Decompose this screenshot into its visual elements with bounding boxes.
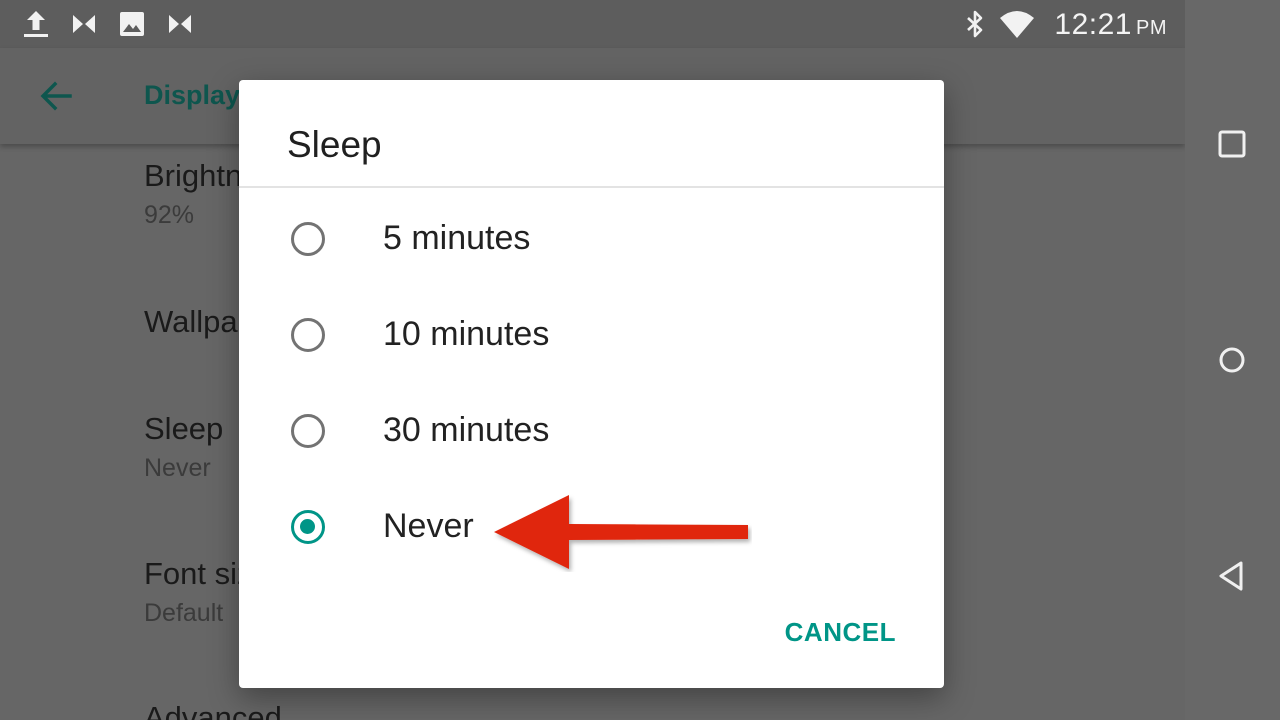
option-label: 5 minutes bbox=[383, 219, 531, 257]
option-label: 30 minutes bbox=[383, 411, 550, 449]
image-icon bbox=[120, 12, 144, 36]
radio-dot bbox=[300, 519, 315, 534]
navigation-bar bbox=[1185, 0, 1280, 720]
dialog-title: Sleep bbox=[287, 124, 382, 165]
bow-tie-icon bbox=[73, 15, 95, 33]
setting-title: Sleep bbox=[144, 411, 224, 446]
sleep-dialog: Sleep 5 minutes 10 minutes 30 minutes Ne… bbox=[239, 80, 944, 688]
clock-ampm: PM bbox=[1136, 17, 1167, 39]
option-label: Never bbox=[383, 507, 474, 545]
back-triangle-icon[interactable] bbox=[1216, 560, 1248, 592]
option-label: 10 minutes bbox=[383, 315, 550, 353]
dialog-divider bbox=[239, 186, 944, 188]
cancel-button[interactable]: CANCEL bbox=[785, 617, 896, 648]
red-arrow-annotation bbox=[494, 495, 748, 569]
radio-button-unchecked[interactable] bbox=[291, 222, 325, 256]
setting-sleep[interactable]: Sleep Never bbox=[144, 411, 223, 483]
setting-summary: Never bbox=[144, 454, 211, 482]
status-clock: 12:21 PM bbox=[1054, 8, 1167, 42]
option-5-minutes[interactable]: 5 minutes bbox=[239, 194, 944, 290]
arrow-back-icon[interactable] bbox=[36, 76, 76, 116]
option-30-minutes[interactable]: 30 minutes bbox=[239, 386, 944, 482]
radio-button-unchecked[interactable] bbox=[291, 318, 325, 352]
wifi-icon bbox=[1000, 11, 1034, 38]
bluetooth-icon bbox=[967, 10, 983, 38]
clock-time: 12:21 bbox=[1054, 8, 1132, 41]
upload-icon bbox=[24, 11, 48, 37]
option-10-minutes[interactable]: 10 minutes bbox=[239, 290, 944, 386]
radio-button-checked[interactable] bbox=[291, 510, 325, 544]
recents-square-icon[interactable] bbox=[1216, 128, 1248, 160]
status-bar: 12:21 PM bbox=[0, 0, 1185, 48]
setting-advanced[interactable]: Advanced bbox=[144, 700, 282, 720]
radio-button-unchecked[interactable] bbox=[291, 414, 325, 448]
home-circle-icon[interactable] bbox=[1216, 344, 1248, 376]
arrow-shape bbox=[494, 495, 748, 569]
setting-title: Advanced bbox=[144, 700, 282, 720]
page-title: Display bbox=[144, 80, 241, 110]
bow-tie-icon bbox=[169, 15, 191, 33]
